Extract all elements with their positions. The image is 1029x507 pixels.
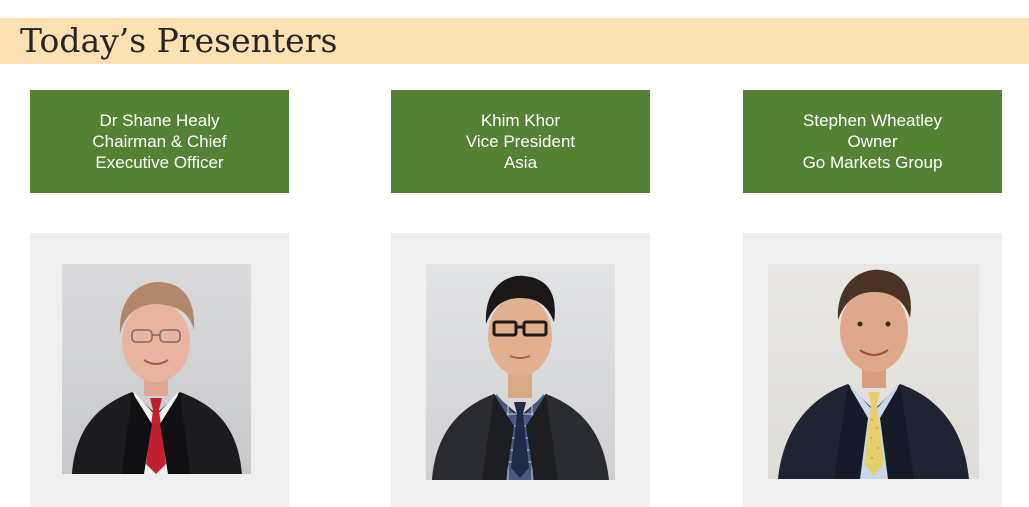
presenter-2-role-line-1: Vice President	[465, 132, 576, 151]
presenter-2-photo	[426, 264, 615, 480]
presenter-1-role-line-1: Chairman & Chief	[92, 132, 227, 151]
presenter-name-box-1: Dr Shane Healy Chairman & Chief Executiv…	[30, 90, 289, 193]
page-title: Today’s Presenters	[20, 21, 338, 60]
presenter-3-role-line-1: Owner	[847, 132, 898, 151]
presenter-photo-frame-1	[30, 233, 289, 507]
presenter-photo-frame-3	[743, 233, 1002, 507]
presenter-3-photo	[768, 264, 979, 479]
title-band: Today’s Presenters	[0, 18, 1029, 64]
slide: Today’s Presenters Dr Shane Healy Chairm…	[0, 0, 1029, 507]
presenter-1-name: Dr Shane Healy	[99, 111, 220, 130]
presenter-name-box-3: Stephen Wheatley Owner Go Markets Group	[743, 90, 1002, 193]
presenter-name-box-2: Khim Khor Vice President Asia	[391, 90, 650, 193]
presenter-2-role-line-2: Asia	[503, 153, 538, 172]
presenter-1-role-line-2: Executive Officer	[95, 153, 224, 172]
presenter-1-photo	[62, 264, 251, 474]
presenter-photo-frame-2	[391, 233, 650, 507]
presenter-2-name: Khim Khor	[480, 111, 561, 130]
presenter-3-name: Stephen Wheatley	[803, 111, 942, 130]
presenter-3-role-line-2: Go Markets Group	[802, 153, 943, 172]
